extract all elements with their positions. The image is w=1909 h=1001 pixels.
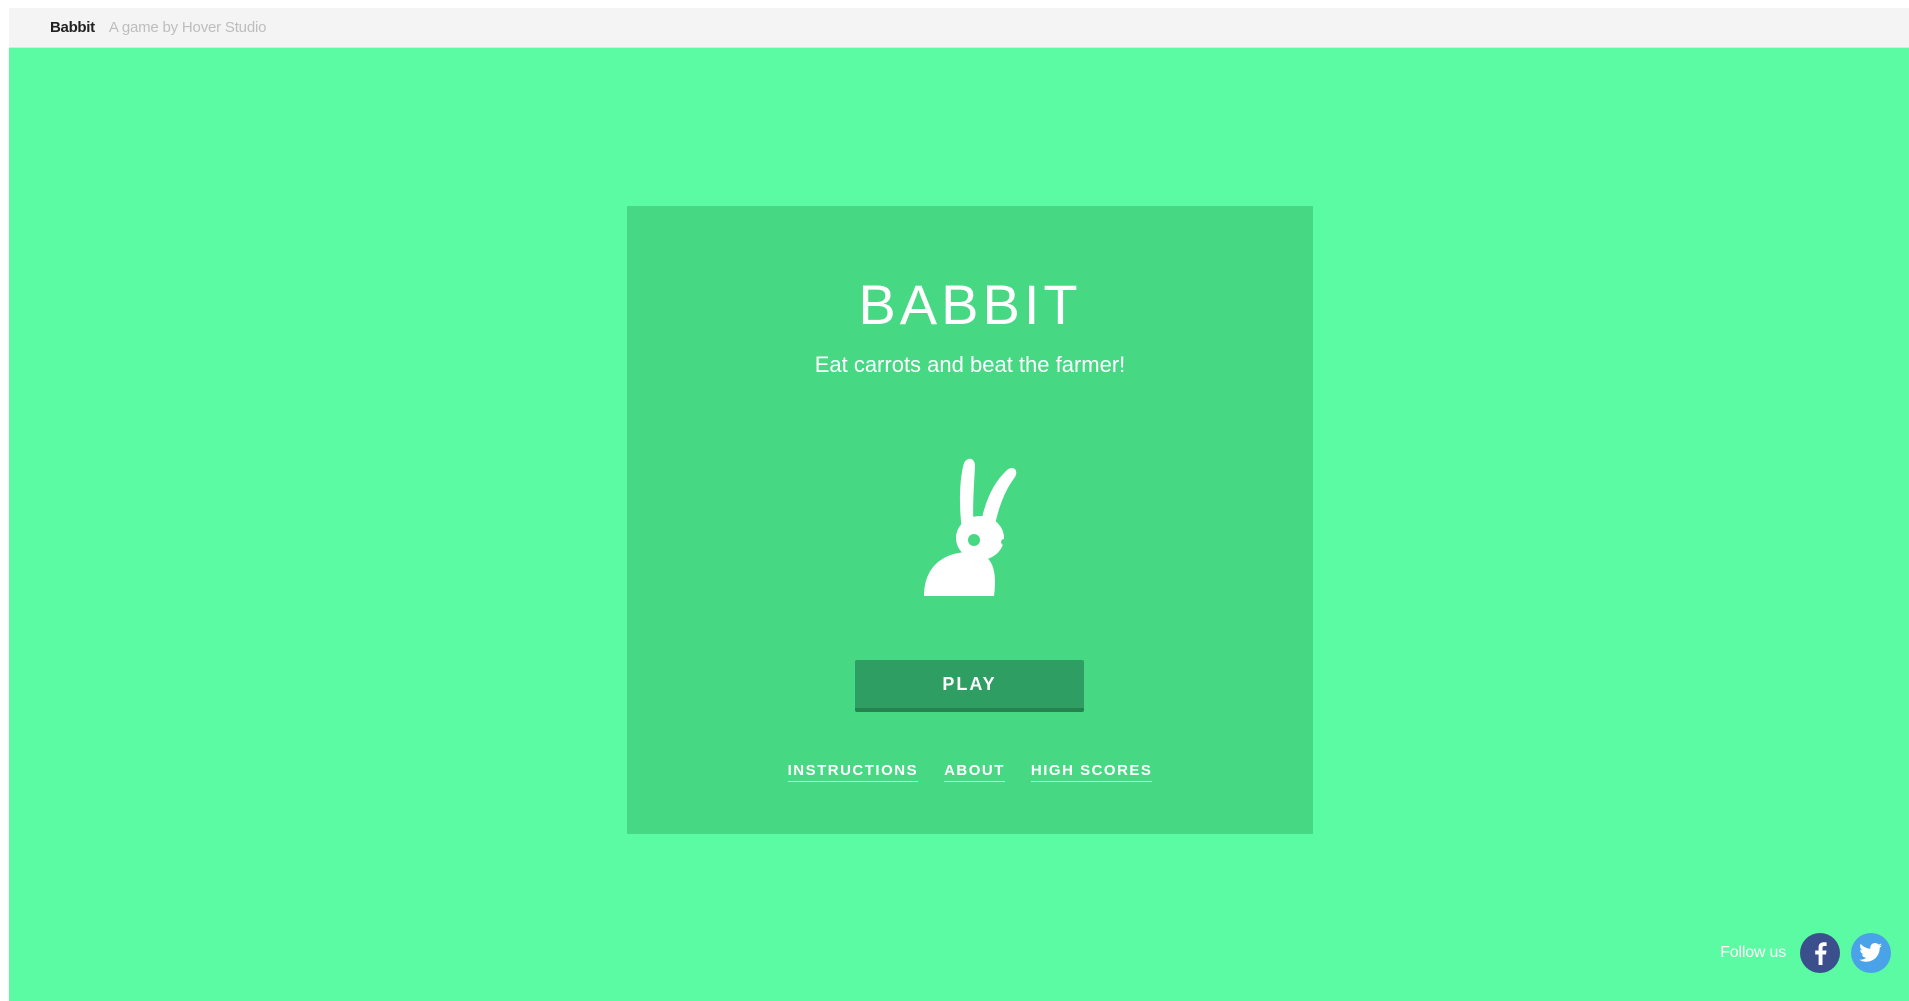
- menu-links: INSTRUCTIONS ABOUT HIGH SCORES: [627, 762, 1313, 782]
- twitter-icon: [1859, 943, 1882, 962]
- facebook-button[interactable]: [1800, 933, 1840, 973]
- facebook-icon: [1815, 942, 1827, 965]
- high-scores-link[interactable]: HIGH SCORES: [1030, 762, 1153, 782]
- play-button[interactable]: PLAY: [855, 660, 1084, 712]
- game-stage: BABBIT Eat carrots and beat the farmer! …: [9, 48, 1909, 1001]
- about-link[interactable]: ABOUT: [944, 762, 1005, 782]
- instructions-link[interactable]: INSTRUCTIONS: [787, 762, 919, 782]
- follow-us: Follow us: [1720, 933, 1891, 973]
- top-bar: Babbit A game by Hover Studio: [9, 8, 1909, 48]
- page-frame: Babbit A game by Hover Studio BABBIT Eat…: [9, 8, 1909, 1001]
- game-title: BABBIT: [858, 273, 1082, 336]
- menu-card: BABBIT Eat carrots and beat the farmer! …: [627, 206, 1313, 834]
- twitter-button[interactable]: [1851, 933, 1891, 973]
- game-subtitle: Eat carrots and beat the farmer!: [814, 352, 1126, 377]
- tagline: A game by Hover Studio: [108, 19, 267, 36]
- bunny-icon: [924, 458, 1017, 596]
- brand-name[interactable]: Babbit: [50, 19, 95, 36]
- follow-label: Follow us: [1720, 944, 1786, 961]
